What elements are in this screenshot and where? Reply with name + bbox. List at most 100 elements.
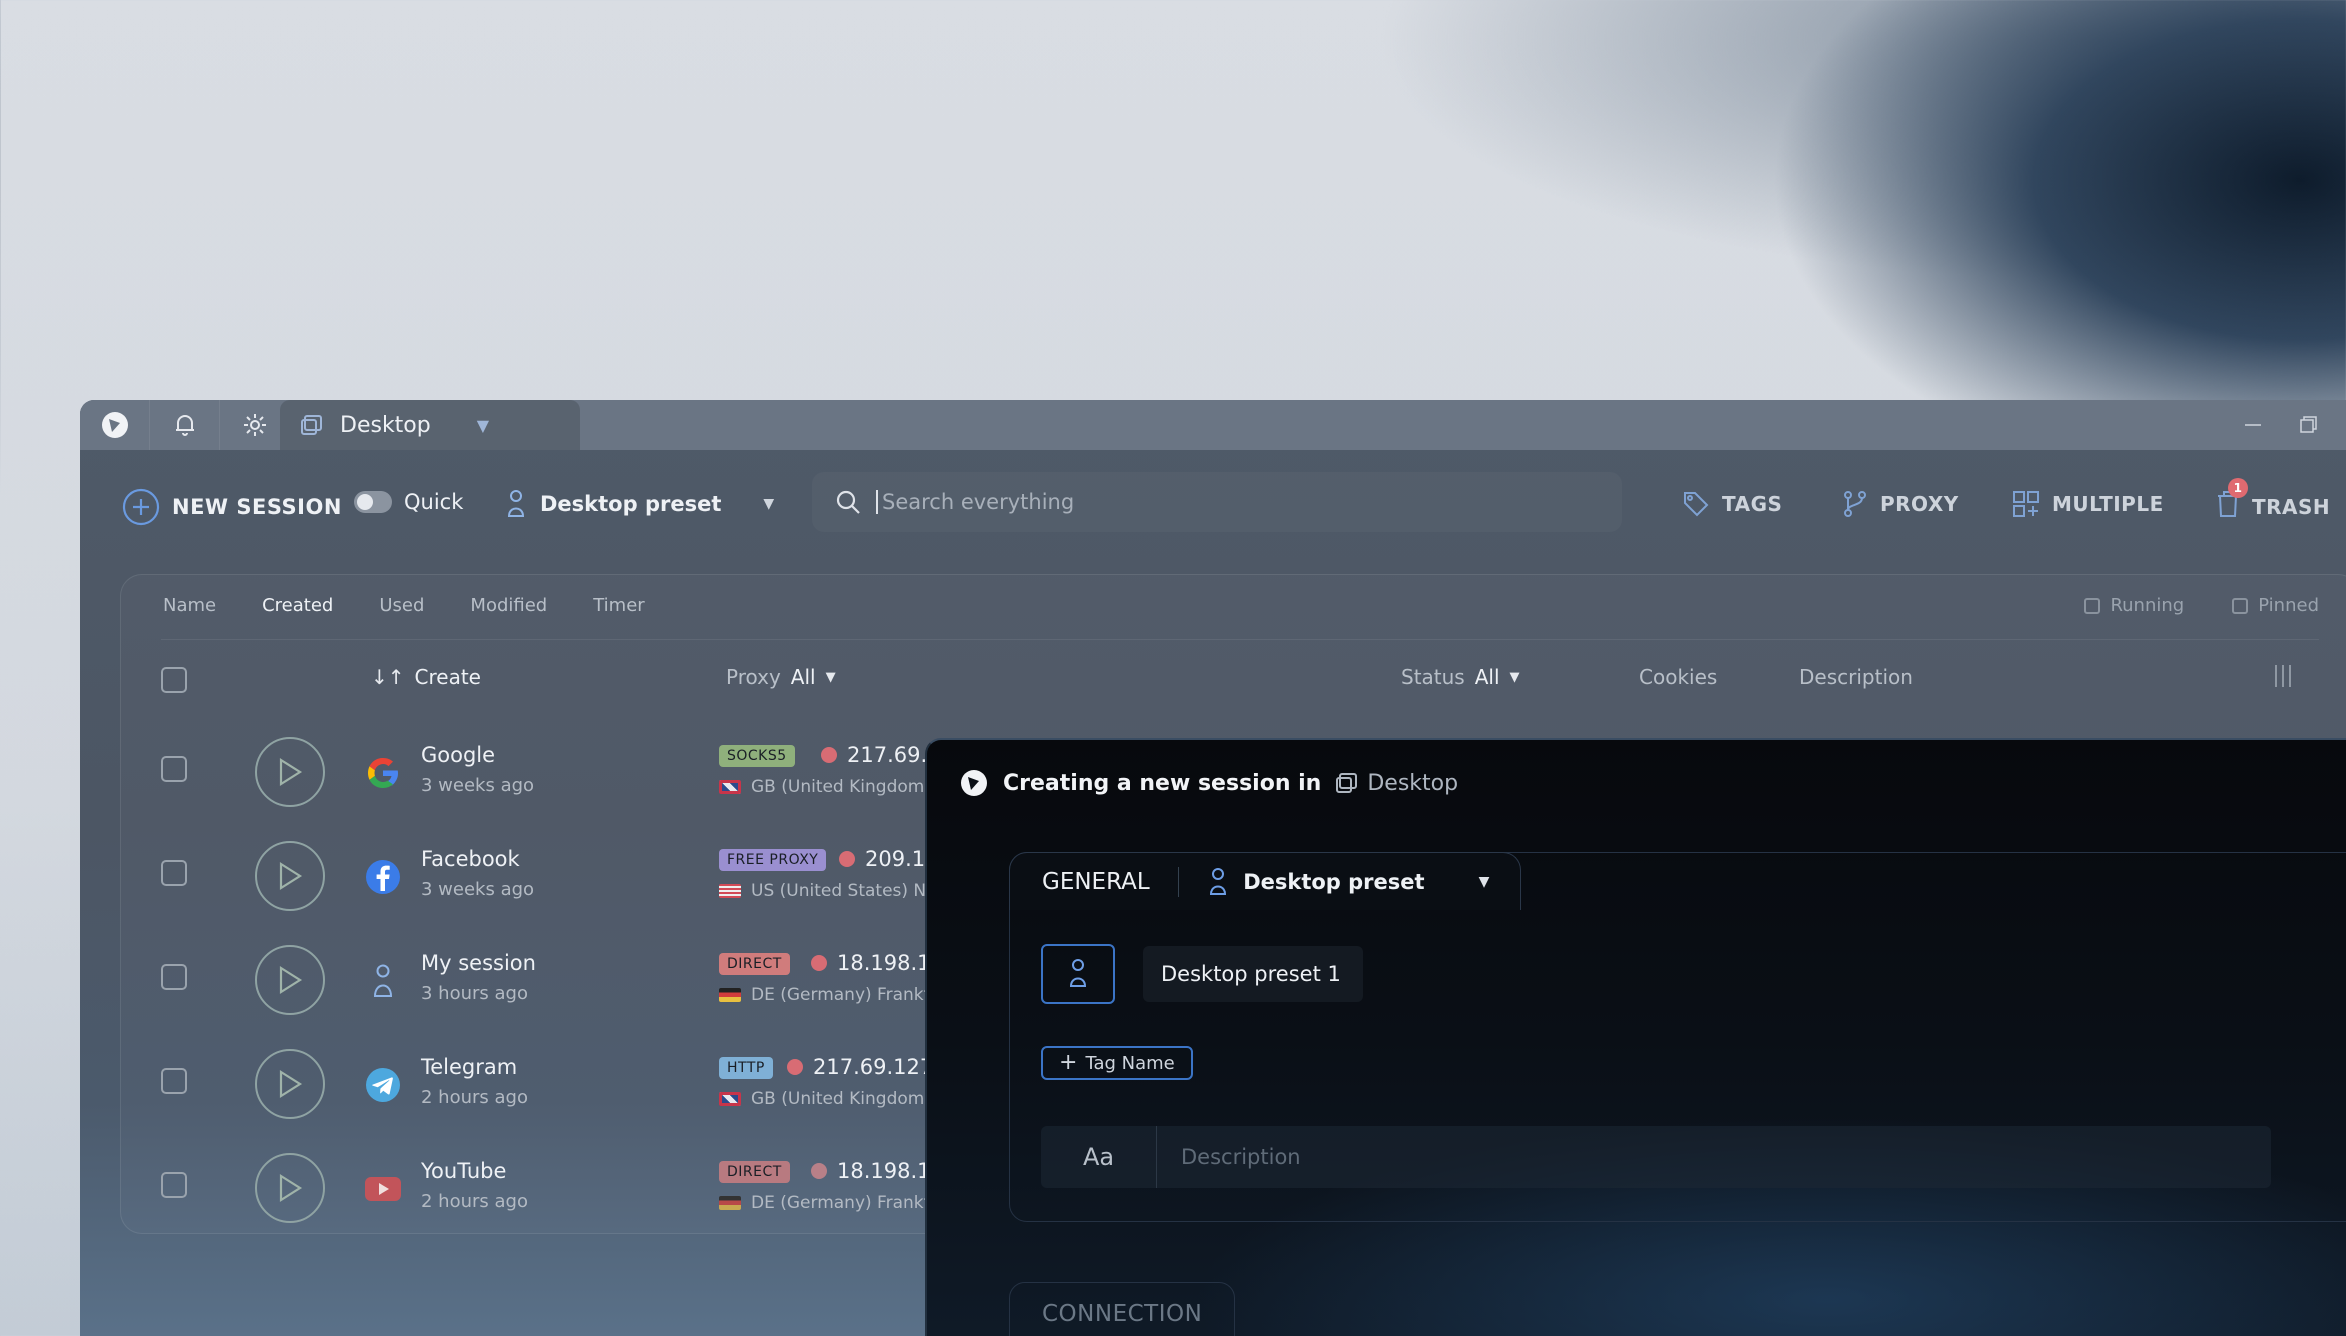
search-input[interactable] <box>876 490 1576 514</box>
tab-created[interactable]: Created <box>262 595 333 616</box>
youtube-icon <box>363 1169 403 1209</box>
multiple-button[interactable]: MULTIPLE <box>2012 490 2164 518</box>
proxy-ip: 209.12 <box>839 847 938 871</box>
select-all-checkbox[interactable] <box>161 667 187 693</box>
session-name[interactable]: Google <box>421 743 495 767</box>
running-filter[interactable]: Running <box>2084 595 2184 616</box>
restore-icon <box>2300 416 2317 433</box>
tab-divider <box>1177 866 1180 897</box>
pinned-filter[interactable]: Pinned <box>2232 595 2319 616</box>
bell-icon <box>175 415 194 436</box>
new-session-dialog: Creating a new session in Desktop GENERA… <box>925 738 2346 1336</box>
chevron-down-icon[interactable]: ▼ <box>477 416 489 435</box>
session-name[interactable]: Telegram <box>421 1055 517 1079</box>
column-settings-button[interactable] <box>2273 663 2293 689</box>
proxy-location: US (United States) Ne <box>719 881 937 901</box>
maximize-button[interactable] <box>2296 412 2322 438</box>
description-field[interactable]: Aa Description <box>1041 1126 2271 1188</box>
row-checkbox[interactable] <box>161 860 187 886</box>
tab-used[interactable]: Used <box>379 595 424 616</box>
row-checkbox[interactable] <box>161 964 187 990</box>
columns-icon <box>2275 665 2291 687</box>
us-flag-icon <box>719 884 741 898</box>
session-name[interactable]: Facebook <box>421 847 520 871</box>
session-time: 3 weeks ago <box>421 775 535 796</box>
multiple-label: MULTIPLE <box>2052 492 2164 516</box>
play-button[interactable] <box>255 841 325 911</box>
minimize-icon <box>2245 424 2261 426</box>
plus-circle-icon <box>122 488 160 526</box>
play-button[interactable] <box>255 1049 325 1119</box>
proxy-filter-header[interactable]: Proxy All ▼ <box>726 665 836 689</box>
dialog-workspace: Desktop <box>1335 771 1458 796</box>
person-icon <box>363 961 403 1001</box>
search-bar[interactable] <box>812 472 1622 532</box>
general-tab[interactable]: GENERAL Desktop preset ▼ <box>1009 852 1521 910</box>
session-name[interactable]: YouTube <box>421 1159 506 1183</box>
dialog-title: Creating a new session in Desktop <box>959 768 1458 798</box>
running-label: Running <box>2110 595 2185 616</box>
status-filter-header[interactable]: Status All ▼ <box>1401 665 1520 689</box>
preset-name-field[interactable]: Desktop preset 1 <box>1143 946 1363 1002</box>
quick-toggle[interactable]: Quick <box>354 490 463 514</box>
select-all-checkbox-wrap <box>161 667 187 693</box>
proxy-location: GB (United Kingdom) <box>719 777 931 797</box>
preset-icon-picker[interactable] <box>1041 944 1115 1004</box>
notifications-button[interactable] <box>150 400 220 450</box>
new-session-button[interactable]: NEW SESSION <box>122 488 342 526</box>
status-dot <box>787 1059 803 1075</box>
play-icon <box>279 758 303 786</box>
proxy-filter-value: All <box>790 665 816 689</box>
proxy-location: GB (United Kingdom) <box>719 1089 931 1109</box>
divider <box>161 639 2319 640</box>
proxy-location-text: DE (Germany) Frankf <box>751 1193 930 1213</box>
play-button[interactable] <box>255 737 325 807</box>
trash-icon-wrap: 1 <box>2216 478 2248 523</box>
tab-timer[interactable]: Timer <box>593 595 644 616</box>
workspace-tab[interactable]: Desktop ▼ <box>280 400 580 450</box>
proxy-button[interactable]: PROXY <box>1842 490 1959 518</box>
toggle-switch[interactable] <box>354 491 392 513</box>
play-icon <box>279 862 303 890</box>
plus-icon: + <box>1059 1050 1078 1075</box>
de-flag-icon <box>719 988 741 1002</box>
status-dot <box>821 747 837 763</box>
connection-tab[interactable]: CONNECTION <box>1009 1282 1235 1336</box>
workspace-icon <box>301 415 322 435</box>
row-checkbox[interactable] <box>161 756 187 782</box>
tags-button[interactable]: TAGS <box>1682 490 1782 518</box>
session-time: 2 hours ago <box>421 1191 528 1212</box>
dialog-workspace-label: Desktop <box>1367 770 1459 796</box>
running-checkbox[interactable] <box>2084 597 2101 614</box>
pinned-checkbox[interactable] <box>2232 597 2249 614</box>
sort-arrows-icon: ↓↑ <box>371 665 405 689</box>
cookies-header[interactable]: Cookies <box>1639 665 1717 689</box>
google-icon <box>363 753 403 793</box>
minimize-button[interactable] <box>2240 412 2266 438</box>
preset-selector[interactable]: Desktop preset ▼ <box>504 488 774 520</box>
gear-icon <box>244 414 266 436</box>
session-time: 2 hours ago <box>421 1087 528 1108</box>
play-button[interactable] <box>255 945 325 1015</box>
preset-label: Desktop preset <box>540 492 722 516</box>
session-name[interactable]: My session <box>421 951 536 975</box>
de-flag-icon <box>719 1196 741 1210</box>
create-sort-header[interactable]: ↓↑ Create <box>371 665 481 689</box>
app-logo-icon <box>101 412 128 438</box>
text-format-icon[interactable]: Aa <box>1041 1126 1157 1188</box>
tags-label: TAGS <box>1722 492 1783 516</box>
row-checkbox[interactable] <box>161 1172 187 1198</box>
description-header[interactable]: Description <box>1799 665 1913 689</box>
row-checkbox[interactable] <box>161 1068 187 1094</box>
add-tag-button[interactable]: + Tag Name <box>1041 1046 1193 1080</box>
proxy-type-badge: SOCKS5 <box>719 745 795 767</box>
trash-button[interactable]: 1 TRASH <box>2216 478 2330 523</box>
proxy-location-text: GB (United Kingdom) <box>751 777 931 797</box>
play-button[interactable] <box>255 1153 325 1223</box>
dialog-preset-label: Desktop preset <box>1243 869 1425 894</box>
tab-name[interactable]: Name <box>163 595 216 616</box>
app-logo-button[interactable] <box>80 400 150 450</box>
new-session-label: NEW SESSION <box>172 495 342 519</box>
tab-modified[interactable]: Modified <box>470 595 547 616</box>
dialog-preset-selector[interactable]: Desktop preset ▼ <box>1207 866 1489 898</box>
